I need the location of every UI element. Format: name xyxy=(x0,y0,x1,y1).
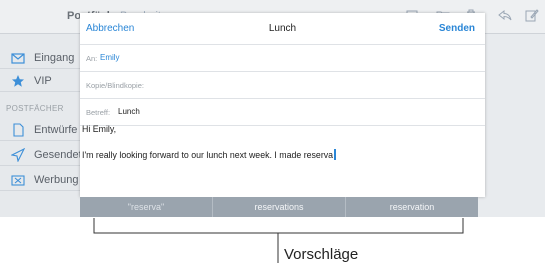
sidebar-item-label: VIP xyxy=(34,75,52,87)
sidebar-item-junk[interactable]: Werbung xyxy=(0,169,80,191)
compose-sheet: Abbrechen Lunch Senden An: Emily Kopie/B… xyxy=(80,13,485,197)
to-recipient[interactable]: Emily xyxy=(100,53,120,62)
text-cursor xyxy=(334,149,336,160)
subject-value[interactable]: Lunch xyxy=(118,107,140,116)
cc-bcc-label: Kopie/Blindkopie: xyxy=(86,81,144,90)
suggestion-typed[interactable]: "reserva" xyxy=(80,197,213,217)
sidebar-item-vip[interactable]: VIP xyxy=(0,70,80,92)
compose-icon[interactable] xyxy=(524,8,540,24)
suggestion-reservations[interactable]: reservations xyxy=(213,197,346,217)
callout-bracket xyxy=(93,218,464,263)
quicktype-suggestion-bar: "reserva" reservations reservation xyxy=(80,197,478,217)
inbox-icon xyxy=(11,51,25,65)
body-line-text-content: I'm really looking forward to our lunch … xyxy=(82,150,334,160)
body-line-greeting: Hi Emily, xyxy=(82,124,117,134)
mailboxes-section-header: POSTFÄCHER xyxy=(6,104,64,113)
to-label: An: xyxy=(86,54,98,63)
mailbox-sidebar: Eingang VIP POSTFÄCHER Entwürfe Gesendet xyxy=(0,34,82,217)
send-button[interactable]: Senden xyxy=(439,23,475,34)
ipad-screen: Postfächer Bearbeiten Eingang V xyxy=(0,0,545,217)
sidebar-item-inbox[interactable]: Eingang xyxy=(0,47,80,69)
star-icon xyxy=(11,74,25,88)
to-field[interactable]: An: Emily xyxy=(80,45,485,72)
compose-header: Abbrechen Lunch Senden xyxy=(80,13,485,45)
sidebar-item-label: Werbung xyxy=(34,174,79,186)
sidebar-item-label: Gesendet xyxy=(34,149,82,161)
sent-icon xyxy=(10,147,26,163)
sidebar-item-label: Eingang xyxy=(34,52,75,64)
sidebar-item-drafts[interactable]: Entwürfe xyxy=(0,119,80,141)
junk-icon xyxy=(11,173,25,187)
body-line-text: I'm really looking forward to our lunch … xyxy=(82,149,482,161)
compose-title: Lunch xyxy=(268,23,297,34)
subject-label: Betreff: xyxy=(86,108,111,117)
reply-icon[interactable] xyxy=(497,8,513,24)
subject-field[interactable]: Betreff: Lunch xyxy=(80,99,485,126)
callout-label: Vorschläge xyxy=(284,246,359,263)
draft-icon xyxy=(11,123,25,137)
suggestion-reservation[interactable]: reservation xyxy=(346,197,478,217)
message-body[interactable]: Hi Emily, I'm really looking forward to … xyxy=(82,123,482,161)
sidebar-item-sent[interactable]: Gesendet xyxy=(0,144,82,166)
sidebar-item-label: Entwürfe xyxy=(34,124,78,136)
cc-bcc-field[interactable]: Kopie/Blindkopie: xyxy=(80,72,485,99)
